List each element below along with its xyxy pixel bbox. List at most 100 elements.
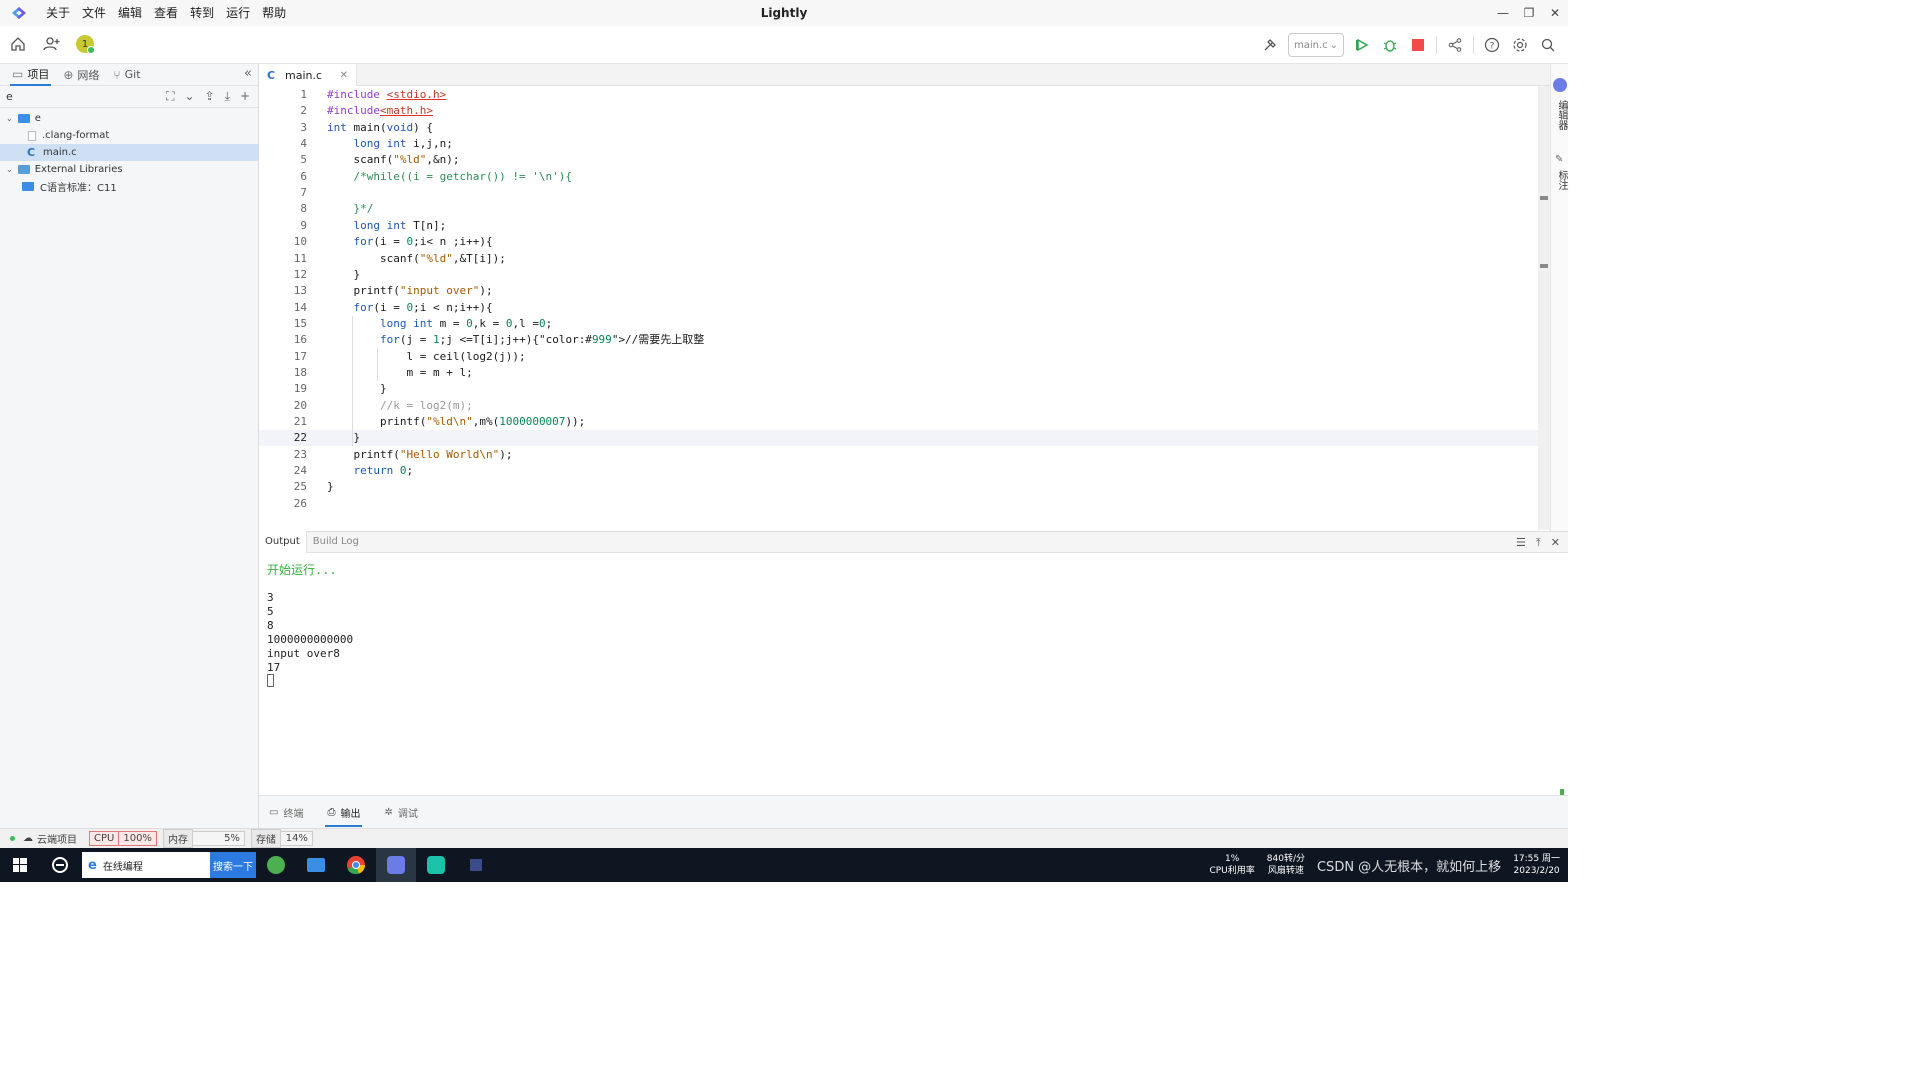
code-line[interactable]: 14 for(i = 0;i < n;i++){ — [259, 300, 1549, 316]
tab-build-log[interactable]: Build Log — [307, 531, 365, 553]
menu-help[interactable]: 帮助 — [256, 0, 292, 26]
menu-goto[interactable]: 转到 — [184, 0, 220, 26]
tree-external-libraries[interactable]: ⌄ External Libraries — [0, 161, 258, 178]
menu-run[interactable]: 运行 — [220, 0, 256, 26]
expand-icon[interactable]: ⛶ — [166, 89, 174, 104]
collapse-sidebar-icon[interactable]: « — [244, 66, 252, 81]
code-line[interactable]: 11 scanf("%ld",&T[i]); — [259, 251, 1549, 267]
taskbar-search-button[interactable]: 搜索一下 — [210, 852, 256, 878]
menu-view[interactable]: 查看 — [148, 0, 184, 26]
run-icon[interactable] — [1352, 35, 1372, 55]
output-console[interactable]: 开始运行... 3 5 8 1000000000000 input over8 … — [259, 553, 1568, 839]
restore-icon[interactable]: ❐ — [1516, 0, 1542, 26]
tree-c-standard[interactable]: C语言标准：C11 — [0, 178, 258, 195]
tree-file-main-c[interactable]: C main.c — [0, 144, 258, 161]
chrome-icon[interactable] — [336, 848, 376, 882]
code-line[interactable]: 12 } — [259, 267, 1549, 283]
tree-file-label: main.c — [43, 147, 77, 158]
maximize-panel-icon[interactable]: ⤒ — [1536, 536, 1541, 550]
code-text: }*/ — [327, 202, 374, 216]
code-line[interactable]: 23 printf("Hello World\n"); — [259, 447, 1549, 463]
code-line[interactable]: 20 //k = log2(m); — [259, 398, 1549, 414]
tree-folder-root[interactable]: ⌄ e — [0, 110, 258, 127]
tree-file-clang-format[interactable]: .clang-format — [0, 127, 258, 144]
bug-icon: ✲ — [384, 806, 393, 818]
close-tab-icon[interactable]: ✕ — [340, 70, 348, 81]
run-target-select[interactable]: main.c ⌄ — [1288, 33, 1344, 57]
line-number: 4 — [300, 137, 307, 151]
minimize-icon[interactable]: — — [1490, 0, 1516, 26]
upload-icon[interactable]: ⇪ — [205, 89, 215, 104]
code-line[interactable]: 2 #include<math.h> — [259, 103, 1549, 119]
project-filter[interactable]: e ⛶ ⌄ ⇪ ⤓ + — [0, 86, 258, 108]
output-line: 17 — [267, 661, 281, 674]
taskbar-search-input[interactable]: e 在线编程 — [82, 852, 210, 878]
help-icon[interactable]: ? — [1482, 35, 1502, 55]
code-line[interactable]: 7 — [259, 185, 1549, 201]
output-tab-bar: Output Build Log ☰ ⤒ ✕ — [259, 531, 1568, 553]
app-dark-icon[interactable] — [456, 848, 496, 882]
code-text: for(j = 1;j <=T[i];j++){"color:#999">//需… — [379, 333, 705, 347]
tab-git[interactable]: ⑂ Git — [111, 64, 142, 86]
code-editor[interactable]: 1 #include <stdio.h> 2 #include<math.h> 3 int… — [259, 86, 1549, 530]
assistant-icon[interactable] — [1553, 78, 1567, 92]
cloud-project-label[interactable]: 云端项目 — [37, 831, 77, 846]
code-line[interactable]: 16 for(j = 1;j <=T[i];j++){"color:#999">… — [259, 332, 1549, 348]
build-hammer-icon[interactable] — [1260, 35, 1280, 55]
tab-debug[interactable]: ✲ 调试 — [384, 796, 417, 829]
code-line[interactable]: 21 printf("%ld\n",m%(1000000007)); — [259, 414, 1549, 430]
editor-tab-main-c[interactable]: C main.c ✕ — [259, 64, 357, 86]
code-line[interactable]: 22 } — [259, 430, 1549, 447]
code-line[interactable]: 19 } — [259, 381, 1549, 397]
menu-file[interactable]: 文件 — [76, 0, 112, 26]
app-teal-icon[interactable] — [416, 848, 456, 882]
code-line[interactable]: 9 long int T[n]; — [259, 218, 1549, 234]
code-line[interactable]: 8 }*/ — [259, 201, 1549, 217]
close-window-icon[interactable]: ✕ — [1542, 0, 1568, 26]
clear-output-icon[interactable]: ☰ — [1516, 536, 1526, 550]
right-panel-item-annotation[interactable]: 标注 — [1554, 170, 1569, 190]
code-line[interactable]: 15 long int m = 0,k = 0,l =0; — [259, 316, 1549, 332]
code-line[interactable]: 26 — [259, 496, 1549, 512]
add-user-icon[interactable] — [42, 34, 62, 54]
tab-output[interactable]: Output — [259, 531, 307, 553]
menu-edit[interactable]: 编辑 — [112, 0, 148, 26]
code-line[interactable]: 17 l = ceil(log2(j)); — [259, 349, 1549, 365]
add-icon[interactable]: + — [240, 89, 250, 104]
input-cursor[interactable] — [267, 674, 274, 687]
code-line[interactable]: 4 long int i,j,n; — [259, 136, 1549, 152]
editor-scrollbar[interactable] — [1538, 86, 1550, 530]
lightly-taskbar-icon[interactable] — [376, 848, 416, 882]
share-icon[interactable] — [1445, 35, 1465, 55]
clock[interactable]: 17:55 周一 2023/2/20 — [1513, 853, 1560, 877]
code-line[interactable]: 3 int main(void) { — [259, 120, 1549, 136]
code-line[interactable]: 25} — [259, 479, 1549, 495]
tab-project[interactable]: ▭ 项目 — [10, 64, 52, 86]
stop-icon[interactable] — [1408, 35, 1428, 55]
code-line[interactable]: 10 for(i = 0;i< n ;i++){ — [259, 234, 1549, 250]
download-icon[interactable]: ⤓ — [225, 89, 230, 104]
search-icon[interactable] — [1538, 35, 1558, 55]
debug-bug-icon[interactable] — [1380, 35, 1400, 55]
chevron-down-icon[interactable]: ⌄ — [185, 89, 195, 104]
code-line[interactable]: 13 printf("input over"); — [259, 283, 1549, 299]
code-line[interactable]: 1 #include <stdio.h> — [259, 87, 1549, 103]
home-icon[interactable] — [8, 34, 28, 54]
tab-network[interactable]: ⊕ 网络 — [61, 64, 101, 86]
code-line[interactable]: 6 /*while((i = getchar()) != '\n'){ — [259, 169, 1549, 185]
close-panel-icon[interactable]: ✕ — [1551, 536, 1560, 550]
tab-terminal[interactable]: ▭ 终端 — [269, 796, 303, 829]
file-explorer-icon[interactable] — [296, 848, 336, 882]
code-line[interactable]: 5 scanf("%ld",&n); — [259, 152, 1549, 168]
windows-start-icon[interactable] — [0, 848, 40, 882]
c-file-icon: C — [27, 146, 36, 159]
app-green-icon[interactable] — [256, 848, 296, 882]
menu-about[interactable]: 关于 — [40, 0, 76, 26]
app-launcher-icon[interactable] — [40, 848, 80, 882]
tab-output-bottom[interactable]: ⎙ 输出 — [325, 796, 363, 829]
code-line[interactable]: 24 return 0; — [259, 463, 1549, 479]
right-panel-item-editor[interactable]: 编辑器 — [1554, 100, 1569, 130]
settings-gear-icon[interactable] — [1510, 35, 1530, 55]
code-line[interactable]: 18 m = m + l; — [259, 365, 1549, 381]
user-avatar[interactable]: 1 — [76, 35, 95, 54]
